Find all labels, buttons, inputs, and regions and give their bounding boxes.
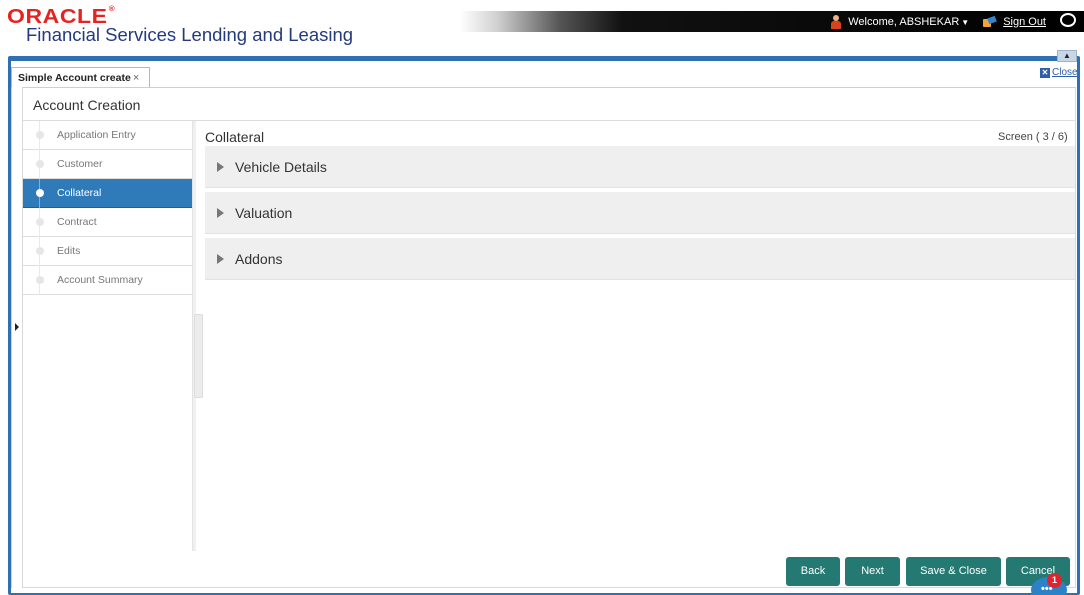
step-customer[interactable]: Customer [23,150,192,179]
collapse-header-button[interactable]: ▲ [1057,50,1077,62]
tab-simple-account-create[interactable]: Simple Account create × [11,67,150,87]
user-icon [830,14,842,29]
step-dot-icon [36,131,44,139]
close-window-link[interactable]: ✕ Close [1040,67,1078,78]
sign-out-link[interactable]: Sign Out [1003,16,1046,28]
step-application-entry[interactable]: Application Entry [23,121,192,150]
notification-badge: 1 [1047,573,1062,588]
product-name: Financial Services Lending and Leasing [26,24,354,45]
accordion-addons[interactable]: Addons [205,238,1075,280]
expand-arrow-icon [217,208,224,218]
title-bar: Account Creation [22,88,1076,121]
screen-indicator: Screen ( 3 / 6) [998,131,1068,143]
step-collateral[interactable]: Collateral [23,179,192,208]
step-dot-icon [36,276,44,284]
accordion-valuation[interactable]: Valuation [205,192,1075,234]
expand-arrow-icon [217,162,224,172]
step-dot-icon [36,218,44,226]
sign-out-icon [983,15,997,28]
tab-close-icon[interactable]: × [133,72,139,84]
next-button[interactable]: Next [845,557,900,586]
step-account-summary[interactable]: Account Summary [23,266,192,295]
app-header: ORACLE® Financial Services Lending and L… [0,0,1084,56]
panel-splitter-handle[interactable] [194,314,203,398]
expand-left-panel-icon[interactable] [14,320,20,334]
oracle-ring-icon[interactable] [1060,13,1076,27]
step-edits[interactable]: Edits [23,237,192,266]
expand-arrow-icon [217,254,224,264]
save-close-button[interactable]: Save & Close [906,557,1001,586]
step-dot-icon [36,247,44,255]
page-title: Account Creation [33,97,141,113]
welcome-user-dropdown[interactable]: Welcome, ABSHEKAR ▼ [848,16,969,28]
step-dot-icon [36,189,44,197]
app-page: ORACLE® Financial Services Lending and L… [0,0,1084,595]
section-title: Collateral [205,129,265,145]
step-dot-icon [36,160,44,168]
accordion-vehicle-details[interactable]: Vehicle Details [205,146,1075,188]
caret-down-icon: ▼ [961,17,970,27]
step-navigation: Application Entry Customer Collateral Co… [23,121,192,295]
user-menu: Welcome, ABSHEKAR ▼ Sign Out [830,11,1046,32]
step-contract[interactable]: Contract [23,208,192,237]
back-button[interactable]: Back [786,557,840,586]
close-icon: ✕ [1040,67,1050,78]
